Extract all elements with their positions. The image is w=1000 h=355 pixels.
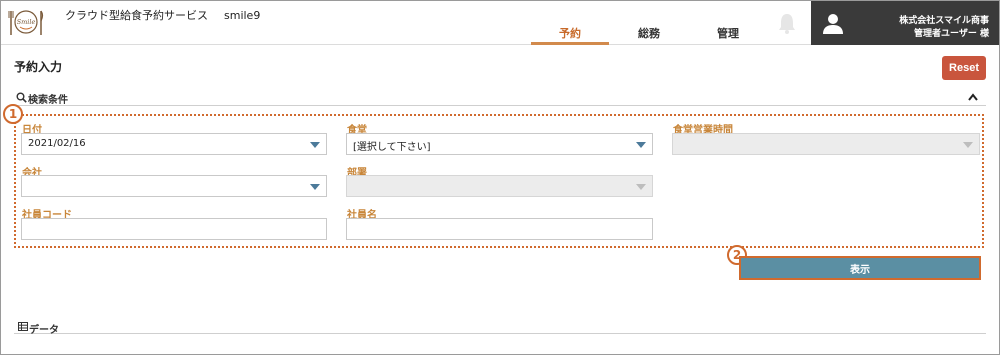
data-section-header: データ [14,320,986,336]
data-section-label: データ [29,325,59,336]
tab-general-affairs[interactable]: 総務 [610,19,688,45]
reset-button[interactable]: Reset [942,56,986,80]
date-select[interactable]: 2021/02/16 [21,133,327,155]
tab-admin[interactable]: 管理 [689,19,767,45]
svg-text:Smile: Smile [17,18,36,26]
smile-logo[interactable]: Smile [7,5,45,39]
chevron-down-icon [636,184,646,190]
company-select[interactable] [21,175,327,197]
chevron-up-icon[interactable] [968,93,978,101]
tab-reservation[interactable]: 予約 [531,19,609,45]
show-button[interactable]: 表示 [739,256,981,280]
tab-label: 予約 [559,27,581,40]
tab-label: 総務 [638,27,660,40]
search-section-header[interactable]: 検索条件 [14,90,986,106]
tab-label: 管理 [717,27,739,40]
department-select[interactable] [346,175,653,197]
system-name: smile9 [224,9,261,22]
header-bar: Smile クラウド型給食予約サービス smile9 予約 総務 管理 株式会社ス… [1,1,999,45]
table-icon [18,322,28,331]
cafeteria-hours-select[interactable] [672,133,980,155]
bell-icon[interactable] [776,11,798,35]
app-title-text: クラウド型給食予約サービス [65,9,208,22]
user-name: 管理者ユーザー 様 [914,29,989,39]
date-value: 2021/02/16 [28,138,86,149]
user-panel[interactable]: 株式会社スマイル商事 管理者ユーザー 様 [811,1,999,45]
page-title: 予約入力 [14,60,63,74]
chevron-down-icon [636,142,646,148]
search-section-label: 検索条件 [28,95,68,106]
employee-code-input[interactable] [21,218,327,240]
company-name: 株式会社スマイル商事 [899,16,989,26]
search-icon [16,92,27,103]
user-avatar-icon [823,14,843,34]
employee-name-input[interactable] [346,218,653,240]
app-title: クラウド型給食予約サービス smile9 [65,7,260,23]
cafeteria-value: [選択して下さい] [353,142,431,153]
chevron-down-icon [310,184,320,190]
cafeteria-select[interactable]: [選択して下さい] [346,133,653,155]
chevron-down-icon [310,142,320,148]
chevron-down-icon [963,142,973,148]
annotation-marker-1: 1 [3,104,23,124]
